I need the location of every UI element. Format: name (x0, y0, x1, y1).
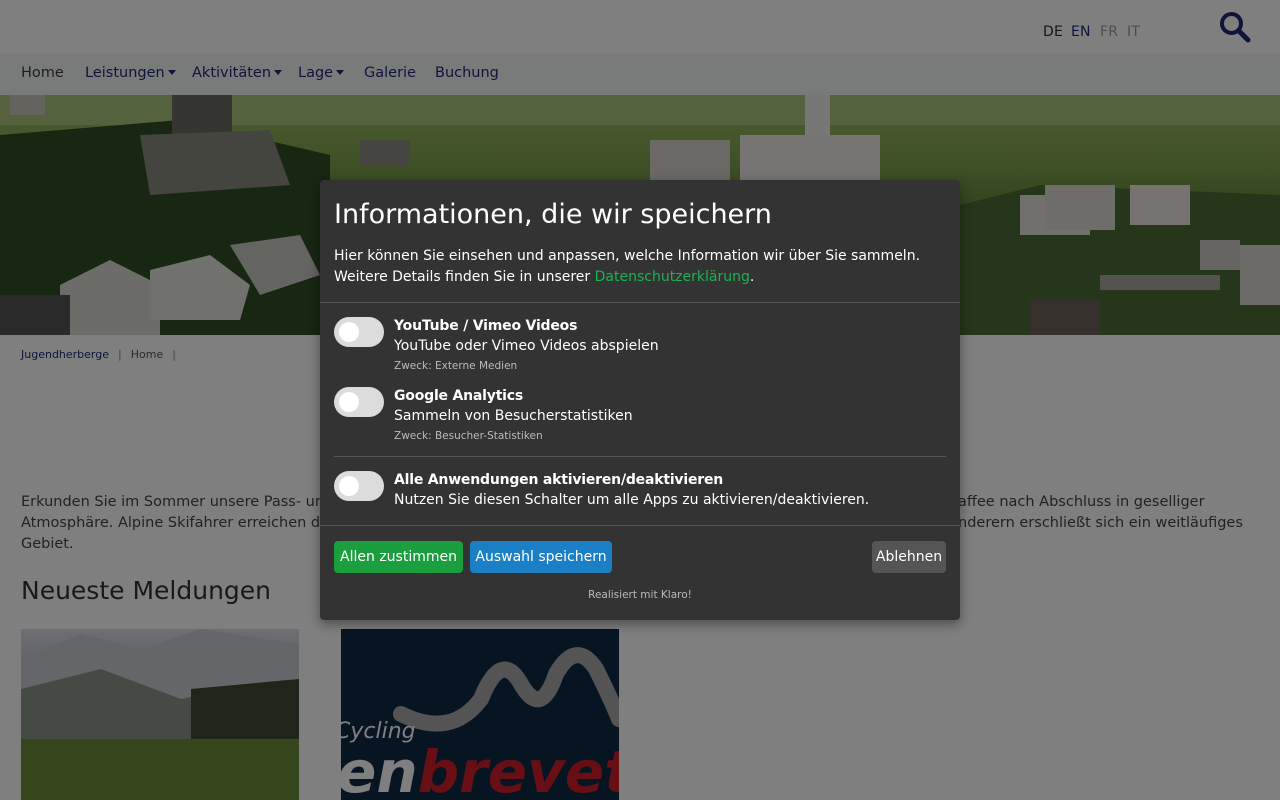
privacy-policy-link[interactable]: Datenschutzerklärung (595, 269, 750, 285)
toggle-knob (339, 392, 359, 412)
app-description: Sammeln von Besucherstatistiken (394, 408, 633, 424)
toggle-knob (339, 322, 359, 342)
youtube-vimeo-toggle[interactable] (334, 317, 384, 347)
toggle-all-label: Alle Anwendungen aktivieren/deaktivieren (394, 472, 724, 488)
decline-button[interactable]: Ablehnen (872, 541, 946, 573)
powered-by-link[interactable]: Realisiert mit Klaro! (320, 589, 960, 601)
save-selection-button[interactable]: Auswahl speichern (470, 541, 612, 573)
app-purpose: Zweck: Besucher-Statistiken (394, 430, 543, 442)
divider (320, 525, 960, 526)
google-analytics-toggle[interactable] (334, 387, 384, 417)
divider (320, 302, 960, 303)
modal-description: Hier können Sie einsehen und anpassen, w… (334, 246, 946, 288)
toggle-all-apps[interactable] (334, 471, 384, 501)
app-name: YouTube / Vimeo Videos (394, 318, 578, 334)
consent-modal: Informationen, die wir speichern Hier kö… (320, 180, 960, 620)
app-description: YouTube oder Vimeo Videos abspielen (394, 338, 659, 354)
accept-all-button[interactable]: Allen zustimmen (334, 541, 463, 573)
divider (334, 456, 946, 457)
toggle-all-description: Nutzen Sie diesen Schalter um alle Apps … (394, 492, 870, 508)
modal-description-end: . (749, 269, 755, 285)
app-purpose: Zweck: Externe Medien (394, 360, 518, 372)
toggle-knob (339, 476, 359, 496)
app-name: Google Analytics (394, 388, 524, 404)
modal-title: Informationen, die wir speichern (334, 199, 772, 230)
